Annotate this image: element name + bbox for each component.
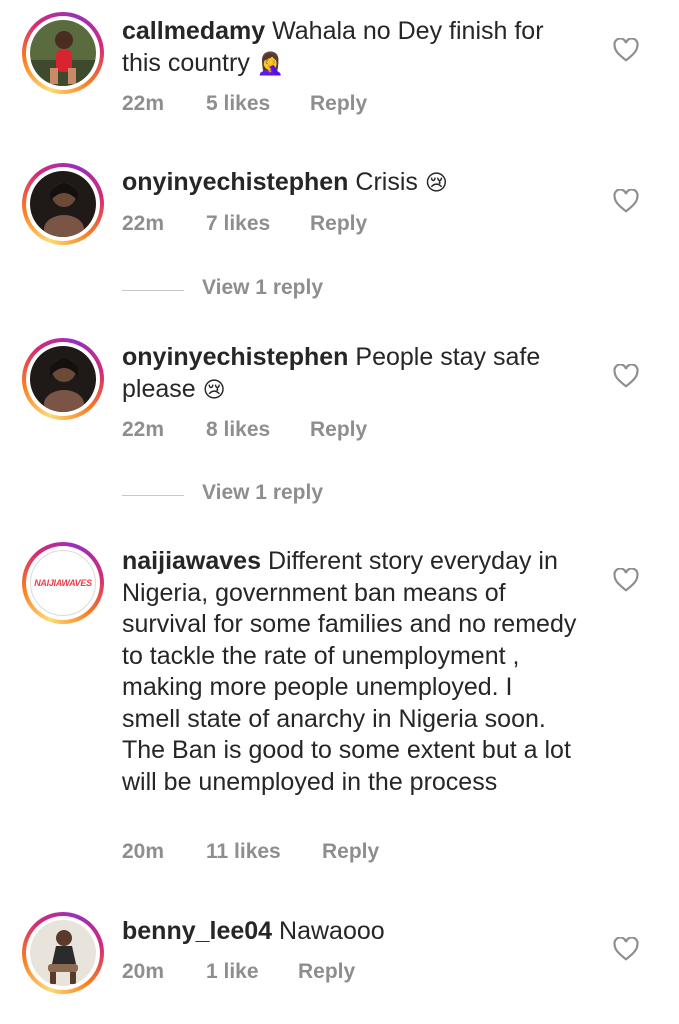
- heart-outline-icon[interactable]: [613, 189, 639, 213]
- heart-outline-icon[interactable]: [613, 937, 639, 961]
- crying-emoji: 😢: [424, 171, 448, 196]
- divider: [122, 495, 184, 496]
- comment-username[interactable]: callmedamy: [122, 17, 265, 45]
- comment-likes[interactable]: 5 likes: [206, 92, 270, 116]
- comment-timestamp: 20m: [122, 960, 165, 983]
- heart-outline-icon[interactable]: [613, 568, 639, 592]
- view-replies-label[interactable]: View 1 reply: [202, 481, 323, 505]
- reply-button[interactable]: Reply: [310, 418, 367, 442]
- avatar[interactable]: [22, 338, 104, 420]
- comment-username[interactable]: naijiawaves: [122, 547, 261, 575]
- comment-timestamp: 22m: [122, 212, 165, 235]
- comment-text: Different story everyday in Nigeria, gov…: [122, 547, 577, 796]
- comment-likes[interactable]: 7 likes: [206, 212, 270, 236]
- heart-outline-icon[interactable]: [613, 364, 639, 388]
- avatar[interactable]: NAIJIAWAVES: [22, 542, 104, 624]
- comment-username[interactable]: onyinyechistephen: [122, 168, 348, 196]
- view-replies-button[interactable]: View 1 reply: [122, 481, 422, 511]
- reply-button[interactable]: Reply: [310, 92, 367, 116]
- avatar[interactable]: [22, 912, 104, 994]
- comment-username[interactable]: benny_lee04: [122, 917, 272, 945]
- facepalm-emoji: 🤦‍♀️: [256, 51, 285, 77]
- reply-button[interactable]: Reply: [322, 840, 379, 864]
- heart-outline-icon[interactable]: [613, 38, 639, 62]
- comment-likes[interactable]: 8 likes: [206, 418, 270, 442]
- avatar[interactable]: [22, 12, 104, 94]
- view-replies-label[interactable]: View 1 reply: [202, 276, 323, 300]
- comment-likes[interactable]: 1 like: [206, 960, 259, 984]
- comment-username[interactable]: onyinyechistephen: [122, 343, 348, 371]
- avatar-photo: [30, 171, 96, 237]
- divider: [122, 290, 184, 291]
- crying-emoji: 😢: [202, 377, 226, 403]
- avatar-photo: [30, 346, 96, 412]
- avatar-photo: [30, 920, 96, 986]
- reply-button[interactable]: Reply: [298, 960, 355, 984]
- view-replies-button[interactable]: View 1 reply: [122, 276, 422, 306]
- comment-text: Nawaooo: [279, 917, 385, 945]
- comment-timestamp: 22m: [122, 418, 165, 441]
- naijiawaves-logo: NAIJIAWAVES: [34, 578, 92, 588]
- avatar[interactable]: [22, 163, 104, 245]
- avatar-photo: [30, 20, 96, 86]
- reply-button[interactable]: Reply: [310, 212, 367, 236]
- comment-text: Crisis: [355, 168, 418, 196]
- comment-timestamp: 20m: [122, 840, 165, 863]
- comment-timestamp: 22m: [122, 92, 165, 115]
- comment-likes[interactable]: 11 likes: [206, 840, 281, 864]
